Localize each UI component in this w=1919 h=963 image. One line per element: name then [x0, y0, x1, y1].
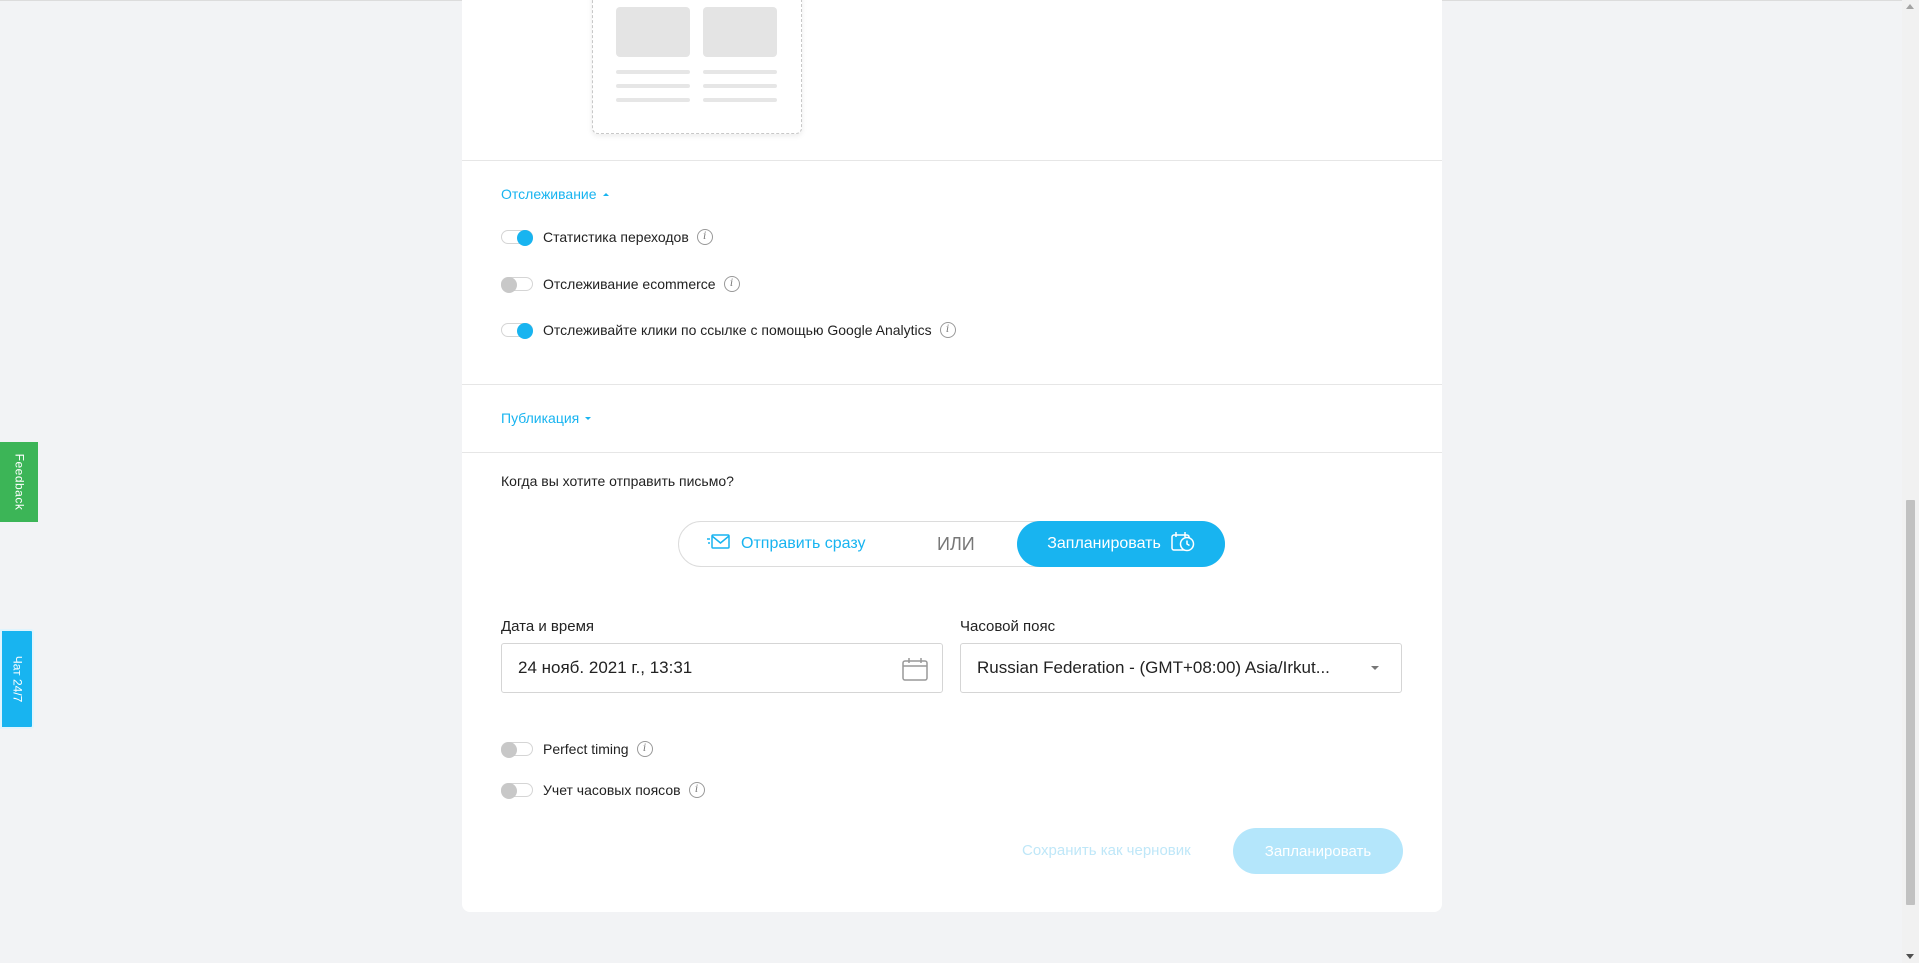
- perfect-timing-label: Perfect timing: [543, 741, 629, 757]
- send-now-label: Отправить сразу: [741, 535, 866, 552]
- template-preview[interactable]: [592, 0, 802, 134]
- timezone-value: Russian Federation - (GMT+08:00) Asia/Ir…: [977, 658, 1330, 677]
- tracking-section-label: Отслеживание: [501, 186, 597, 202]
- timezones-label: Учет часовых поясов: [543, 782, 681, 798]
- section-divider: [462, 384, 1442, 385]
- date-time-label: Дата и время: [501, 618, 595, 635]
- template-preview-line: [703, 84, 777, 88]
- section-divider: [462, 160, 1442, 161]
- click-stats-toggle[interactable]: [501, 230, 533, 246]
- info-icon[interactable]: i: [688, 782, 705, 798]
- info-icon[interactable]: i: [939, 322, 956, 338]
- scroll-thumb[interactable]: [1906, 500, 1915, 905]
- ecommerce-tracking-label: Отслеживание ecommerce: [543, 276, 716, 292]
- feedback-label: Feedback: [12, 453, 27, 511]
- template-preview-block: [616, 7, 690, 57]
- template-preview-line: [703, 70, 777, 74]
- perfect-timing-toggle[interactable]: [501, 742, 533, 758]
- save-draft-button[interactable]: Сохранить как черновик: [1022, 842, 1191, 859]
- click-stats-label: Статистика переходов: [543, 229, 689, 245]
- scroll-down-icon[interactable]: [1906, 954, 1914, 959]
- chat-label: Чат 24/7: [10, 655, 24, 703]
- tracking-option-row: Отслеживайте клики по ссылке с помощью G…: [501, 322, 956, 339]
- info-icon[interactable]: i: [636, 741, 653, 757]
- info-icon[interactable]: i: [723, 276, 740, 292]
- perfect-timing-row: Perfect timing i: [501, 741, 653, 758]
- timezone-label: Часовой пояс: [960, 618, 1056, 635]
- date-time-value: 24 нояб. 2021 г., 13:31: [518, 658, 693, 677]
- scroll-up-icon[interactable]: [1906, 4, 1914, 9]
- chat-tab[interactable]: Чат 24/7: [0, 629, 34, 729]
- google-analytics-label: Отслеживайте клики по ссылке с помощью G…: [543, 322, 932, 338]
- send-mode-switcher: Отправить сразу ИЛИ Запланировать: [678, 521, 1225, 567]
- caret-down-icon: [585, 416, 592, 420]
- clock-calendar-icon: [1171, 531, 1195, 558]
- info-icon[interactable]: i: [696, 229, 713, 245]
- template-preview-line: [616, 84, 690, 88]
- schedule-mode-button[interactable]: Запланировать: [1017, 521, 1225, 567]
- schedule-submit-button[interactable]: Запланировать: [1233, 828, 1403, 874]
- ecommerce-tracking-toggle[interactable]: [501, 277, 533, 293]
- send-time-question: Когда вы хотите отправить письмо?: [501, 473, 734, 489]
- publication-section-label: Публикация: [501, 410, 580, 426]
- timezones-row: Учет часовых поясов i: [501, 782, 705, 799]
- envelope-send-icon: [707, 533, 731, 556]
- page-scrollbar[interactable]: [1902, 0, 1919, 963]
- template-preview-block: [703, 7, 777, 57]
- calendar-icon[interactable]: [902, 657, 928, 686]
- send-now-button[interactable]: Отправить сразу: [707, 522, 866, 566]
- tracking-option-row: Статистика переходов i: [501, 229, 713, 246]
- feedback-tab[interactable]: Feedback: [0, 442, 38, 522]
- tracking-option-row: Отслеживание ecommerce i: [501, 276, 740, 293]
- template-preview-line: [703, 98, 777, 102]
- publication-section-toggle[interactable]: Публикация: [501, 410, 592, 426]
- template-preview-line: [616, 98, 690, 102]
- schedule-mode-label: Запланировать: [1047, 535, 1161, 552]
- chevron-down-icon: [1371, 666, 1379, 670]
- section-divider: [462, 452, 1442, 453]
- tracking-section-toggle[interactable]: Отслеживание: [501, 186, 609, 202]
- campaign-settings-card: Отслеживание Статистика переходов i Отсл…: [462, 0, 1442, 912]
- template-preview-line: [616, 70, 690, 74]
- caret-up-icon: [602, 192, 609, 196]
- or-separator: ИЛИ: [937, 534, 975, 554]
- google-analytics-toggle[interactable]: [501, 323, 533, 339]
- timezones-toggle[interactable]: [501, 783, 533, 799]
- timezone-select[interactable]: Russian Federation - (GMT+08:00) Asia/Ir…: [960, 643, 1402, 693]
- date-time-input[interactable]: 24 нояб. 2021 г., 13:31: [501, 643, 943, 693]
